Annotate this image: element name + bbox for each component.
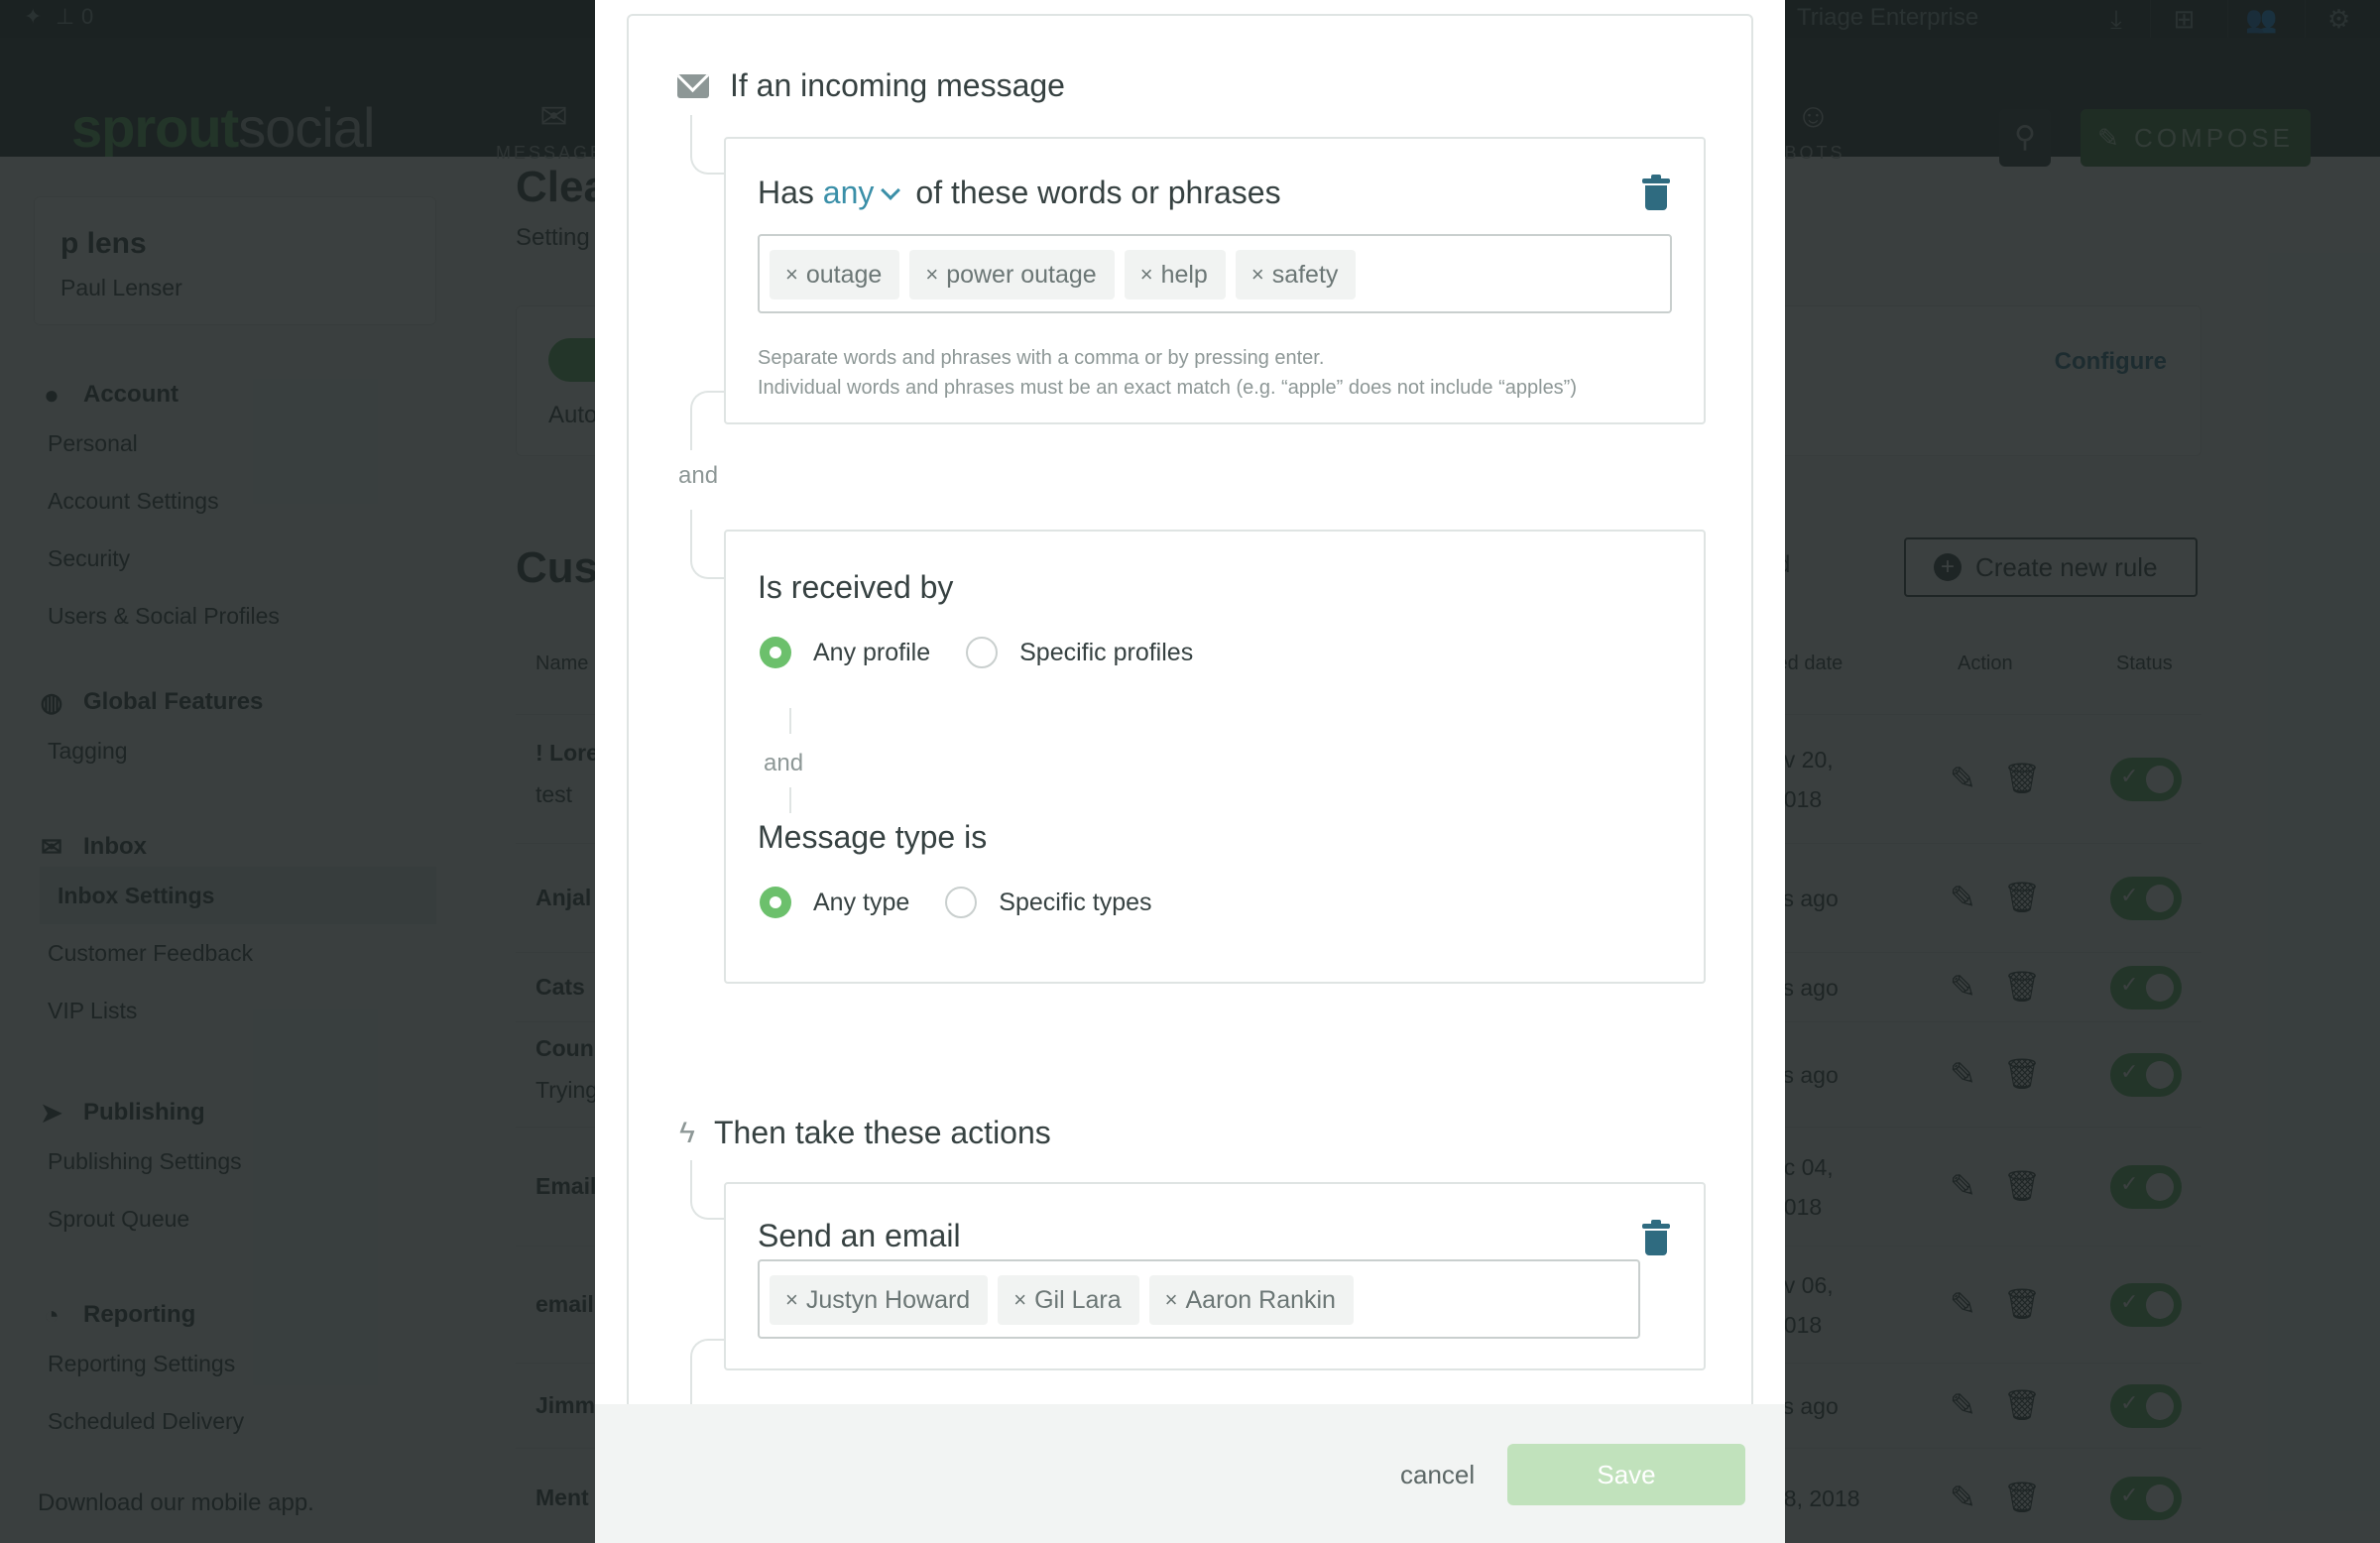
lightning-icon: ϟ bbox=[679, 1116, 695, 1149]
tag-label: safety bbox=[1271, 261, 1339, 289]
keyword-rule-heading: Has any of these words or phrases bbox=[758, 175, 1281, 210]
keywords-input[interactable]: × outage × power outage × help × safety bbox=[758, 234, 1672, 313]
chevron-down-icon bbox=[881, 180, 901, 200]
keyword-rule-card: Has any of these words or phrases × outage… bbox=[724, 137, 1706, 424]
delete-keyword-rule-icon[interactable] bbox=[1642, 175, 1670, 210]
connector-line bbox=[690, 115, 726, 175]
radio-specific-types[interactable]: Specific types bbox=[945, 887, 1152, 918]
remove-tag-icon[interactable]: × bbox=[1251, 250, 1264, 299]
connector-line bbox=[690, 1160, 726, 1220]
actions-panel: ϟ Then take these actions Send an email … bbox=[627, 1063, 1753, 1404]
recipient-tag: × Gil Lara bbox=[998, 1275, 1139, 1325]
remove-tag-icon[interactable]: × bbox=[1140, 250, 1153, 299]
remove-tag-icon[interactable]: × bbox=[785, 1275, 798, 1325]
tag-label: help bbox=[1160, 261, 1208, 289]
connector-line bbox=[690, 510, 726, 579]
remove-tag-icon[interactable]: × bbox=[1013, 1275, 1026, 1325]
message-type-heading: Message type is bbox=[758, 819, 988, 855]
radio-unselected[interactable] bbox=[966, 637, 999, 668]
keyword-tag: × power outage bbox=[909, 250, 1115, 299]
send-email-heading: Send an email bbox=[758, 1218, 961, 1253]
radio-any-profile[interactable]: Any profile bbox=[760, 637, 930, 668]
save-button[interactable]: Save bbox=[1507, 1444, 1745, 1505]
remove-tag-icon[interactable]: × bbox=[925, 250, 938, 299]
received-by-radio-group: Any profile Specific profiles bbox=[760, 637, 1229, 668]
received-by-heading: Is received by bbox=[758, 569, 954, 605]
recipients-input[interactable]: × Justyn Howard × Gil Lara × Aaron Rankin bbox=[758, 1259, 1640, 1339]
tag-label: Justyn Howard bbox=[805, 1286, 971, 1314]
recipient-tag: × Justyn Howard bbox=[770, 1275, 989, 1325]
connector-line bbox=[690, 391, 726, 450]
tag-label: Gil Lara bbox=[1034, 1286, 1122, 1314]
cancel-button[interactable]: cancel bbox=[1400, 1460, 1475, 1490]
and-label: and bbox=[764, 750, 804, 776]
tag-label: outage bbox=[805, 261, 883, 289]
modal-footer: cancel Save bbox=[595, 1404, 1785, 1543]
send-email-action-card: Send an email × Justyn Howard × Gil Lara × Aa… bbox=[724, 1182, 1706, 1370]
modal-scroll-area[interactable]: If an incoming message Has any of these w… bbox=[595, 0, 1785, 1404]
actions-title: ϟ Then take these actions bbox=[674, 1115, 1051, 1151]
radio-selected[interactable] bbox=[760, 887, 791, 918]
keyword-tag: × safety bbox=[1235, 250, 1357, 299]
remove-tag-icon[interactable]: × bbox=[1165, 1275, 1178, 1325]
delete-email-action-icon[interactable] bbox=[1642, 1220, 1670, 1255]
conditions-panel: If an incoming message Has any of these w… bbox=[627, 14, 1753, 1065]
radio-selected[interactable] bbox=[760, 637, 791, 668]
keyword-tag: × help bbox=[1124, 250, 1226, 299]
recipient-tag: × Aaron Rankin bbox=[1148, 1275, 1354, 1325]
rule-editor-modal: If an incoming message Has any of these w… bbox=[595, 0, 1785, 1543]
connector-line bbox=[690, 1339, 726, 1404]
keyword-tag: × outage bbox=[770, 250, 900, 299]
received-type-rule-card: Is received by Any profile Specific prof… bbox=[724, 530, 1706, 984]
envelope-icon bbox=[677, 73, 709, 98]
keywords-hint: Separate words and phrases with a comma … bbox=[758, 347, 1578, 399]
divider-line bbox=[789, 708, 791, 734]
radio-unselected[interactable] bbox=[945, 887, 978, 918]
and-label: and bbox=[678, 462, 719, 489]
tag-label: Aaron Rankin bbox=[1185, 1286, 1336, 1314]
tag-label: power outage bbox=[946, 261, 1097, 289]
remove-tag-icon[interactable]: × bbox=[785, 250, 798, 299]
message-type-radio-group: Any type Specific types bbox=[760, 887, 1188, 918]
radio-specific-profiles[interactable]: Specific profiles bbox=[966, 637, 1193, 668]
divider-line bbox=[789, 787, 791, 813]
match-mode-dropdown[interactable]: any bbox=[823, 175, 916, 210]
radio-any-type[interactable]: Any type bbox=[760, 887, 909, 918]
conditions-title: If an incoming message bbox=[676, 67, 1065, 104]
